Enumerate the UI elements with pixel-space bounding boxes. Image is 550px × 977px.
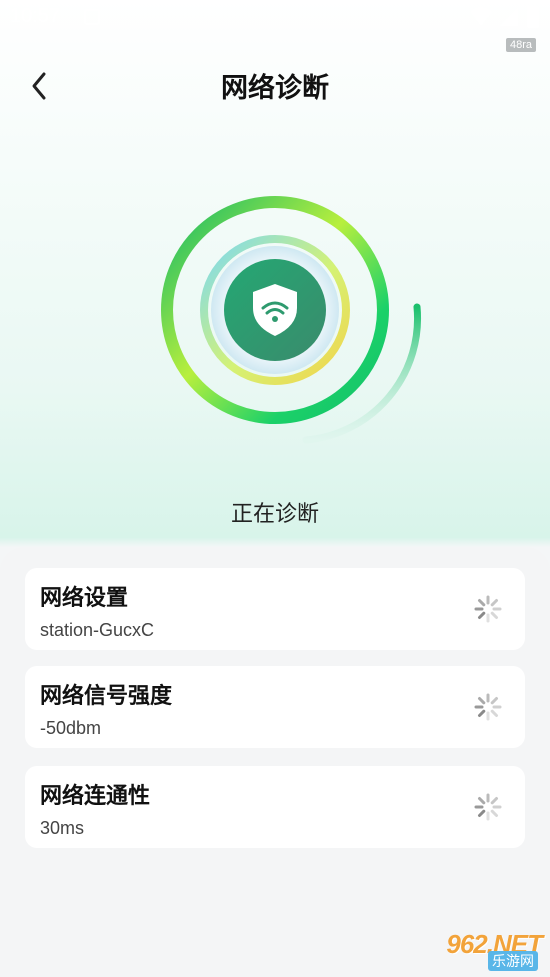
card-title: 网络设置 — [40, 586, 129, 611]
notification-icon — [84, 9, 100, 25]
card-network-settings: 网络设置 station-GucxC — [25, 568, 525, 650]
status-time: 10:57 — [10, 5, 61, 27]
card-value: 30ms — [40, 818, 85, 838]
card-title: 网络信号强度 — [40, 684, 173, 709]
header: 网络诊断 — [0, 58, 550, 112]
diagnosis-status-text: 正在诊断 — [230, 502, 319, 527]
card-connectivity: 网络连通性 30ms — [25, 766, 525, 848]
shield-wifi-icon — [253, 284, 297, 336]
page-title: 网络诊断 — [221, 73, 329, 104]
card-value: -50dbm — [40, 718, 102, 738]
card-title: 网络连通性 — [40, 784, 151, 809]
watermark-sub: 乐游网 — [488, 951, 538, 971]
loading-spinner-icon — [474, 595, 502, 623]
loading-spinner-icon — [474, 793, 502, 821]
watermark-logo: 962.NET 乐游网 — [402, 929, 543, 971]
debug-badge: 48ra — [505, 38, 536, 52]
wifi-status-icon — [470, 7, 492, 26]
cellular-signal-icon — [500, 8, 518, 26]
status-bar: 10:57 — [0, 0, 550, 36]
card-signal-strength: 网络信号强度 -50dbm — [25, 666, 525, 748]
card-value: station-GucxC — [40, 620, 155, 640]
loading-spinner-icon — [474, 693, 502, 721]
battery-icon — [527, 6, 539, 28]
